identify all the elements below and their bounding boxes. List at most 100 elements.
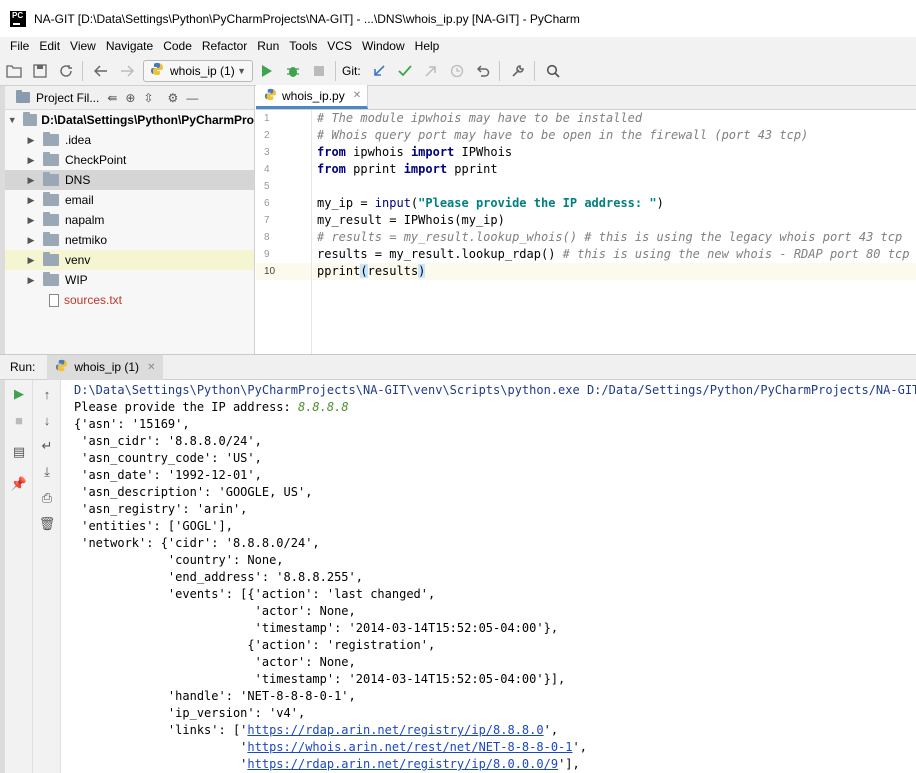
forward-arrow-icon[interactable] [115, 59, 139, 83]
chevron-down-icon: ▼ [237, 65, 246, 76]
close-icon[interactable]: ✕ [353, 90, 361, 101]
git-update-icon[interactable] [367, 59, 391, 83]
chevron-right-icon[interactable]: ▶ [25, 135, 37, 146]
git-push-icon[interactable] [419, 59, 443, 83]
chevron-right-icon[interactable]: ▶ [25, 195, 37, 206]
tree-item-label: CheckPoint [65, 153, 127, 167]
code-keyword: import [403, 162, 448, 176]
tree-item-checkpoint[interactable]: ▶ CheckPoint [5, 150, 254, 170]
console-link[interactable]: https://whois.arin.net/rest/net/NET-8-8-… [247, 740, 572, 754]
run-tool-window-header: Run: whois_ip (1) ✕ [0, 354, 916, 380]
git-commit-icon[interactable] [393, 59, 417, 83]
chevron-right-icon[interactable]: ▶ [25, 155, 37, 166]
debug-icon[interactable] [281, 59, 305, 83]
print-icon[interactable]: ⎙ [35, 486, 59, 510]
menu-code[interactable]: Code [158, 37, 197, 56]
code-string: "Please provide the IP address: " [418, 196, 657, 210]
tree-root[interactable]: ▼ D:\Data\Settings\Python\PyCharmPro [5, 110, 254, 130]
editor-tab-bar: whois_ip.py ✕ [256, 85, 916, 110]
scroll-to-end-icon[interactable]: ⤓ [35, 460, 59, 484]
menu-navigate[interactable]: Navigate [101, 37, 158, 56]
menu-vcs[interactable]: VCS [322, 37, 357, 56]
arrow-down-icon[interactable]: ↓ [35, 408, 59, 432]
line-number: 4 [264, 164, 270, 175]
run-configuration-label: whois_ip (1) [170, 63, 235, 78]
console-command: D:\Data\Settings\Python\PyCharmProjects\… [74, 383, 916, 397]
console-prompt: Please provide the IP address: [74, 400, 298, 414]
settings-wrench-icon[interactable] [506, 59, 530, 83]
console-output-line: 'ip_version': 'v4', [74, 706, 306, 720]
menu-window[interactable]: Window [357, 37, 410, 56]
tree-item-email[interactable]: ▶ email [5, 190, 254, 210]
editor-tab-whois-ip[interactable]: whois_ip.py ✕ [256, 85, 369, 109]
gear-icon[interactable]: ⚙ [168, 91, 179, 105]
arrow-up-icon[interactable]: ↑ [35, 382, 59, 406]
layout-icon[interactable]: ▤ [7, 440, 31, 464]
chevron-right-icon[interactable]: ▶ [25, 275, 37, 286]
code-keyword: from [317, 162, 346, 176]
close-icon[interactable]: ✕ [147, 362, 155, 373]
soft-wrap-icon[interactable]: ↵ [35, 434, 59, 458]
project-tool-window: Project Fil... ⇚ ⊕ ⇳ ⚙ — ▼ D:\Data\Setti… [0, 86, 255, 354]
search-icon[interactable] [541, 59, 565, 83]
sync-icon[interactable] [54, 59, 78, 83]
chevron-down-icon[interactable]: ▼ [7, 115, 17, 125]
text-file-icon [49, 293, 59, 307]
chevron-right-icon[interactable]: ▶ [25, 255, 37, 266]
folder-icon [43, 272, 59, 286]
menu-edit[interactable]: Edit [34, 37, 65, 56]
menu-run[interactable]: Run [252, 37, 284, 56]
tree-item-netmiko[interactable]: ▶ netmiko [5, 230, 254, 250]
run-tab-whois-ip[interactable]: whois_ip (1) ✕ [47, 354, 164, 380]
console-link[interactable]: https://rdap.arin.net/registry/ip/8.0.0.… [247, 757, 558, 771]
menu-help[interactable]: Help [410, 37, 445, 56]
chevron-right-icon[interactable]: ▶ [25, 175, 37, 186]
save-all-icon[interactable] [28, 59, 52, 83]
tree-item-dns[interactable]: ▶ DNS [5, 170, 254, 190]
stop-icon[interactable]: ■ [7, 408, 31, 432]
tree-item-sources-txt[interactable]: sources.txt [5, 290, 254, 310]
run-configuration-dropdown[interactable]: whois_ip (1) ▼ [143, 59, 253, 82]
menu-view[interactable]: View [65, 37, 101, 56]
run-console[interactable]: D:\Data\Settings\Python\PyCharmProjects\… [62, 380, 916, 773]
menu-file[interactable]: File [0, 37, 34, 56]
code-text: pprint [345, 162, 404, 176]
chevron-right-icon[interactable]: ▶ [25, 215, 37, 226]
chevron-right-icon[interactable]: ▶ [25, 235, 37, 246]
collapse-dropdown-icon[interactable]: ⇚ [107, 91, 117, 105]
console-text: ', [543, 723, 559, 737]
rollback-icon[interactable] [471, 59, 495, 83]
python-file-icon [55, 359, 68, 375]
expand-collapse-icon[interactable]: ⇳ [143, 91, 153, 105]
hide-panel-icon[interactable]: — [186, 91, 198, 105]
back-arrow-icon[interactable] [89, 59, 113, 83]
run-icon[interactable] [255, 59, 279, 83]
run-label: Run: [10, 360, 36, 374]
code-builtin: input [374, 196, 411, 210]
code-text: my_ip = [317, 196, 375, 210]
code-line: from ipwhois import IPWhois [313, 144, 916, 161]
menu-refactor[interactable]: Refactor [197, 37, 252, 56]
console-output-line: 'actor': None, [74, 604, 356, 618]
open-folder-icon[interactable] [2, 59, 26, 83]
line-number: 3 [264, 147, 270, 158]
console-output-line: 'https://rdap.arin.net/registry/ip/8.0.0… [74, 756, 916, 773]
project-view-selector[interactable]: Project Fil... [16, 90, 99, 105]
tree-item-wip[interactable]: ▶ WIP [5, 270, 254, 290]
tree-item-idea[interactable]: ▶ .idea [5, 130, 254, 150]
tree-item-napalm[interactable]: ▶ napalm [5, 210, 254, 230]
console-link[interactable]: https://rdap.arin.net/registry/ip/8.8.8.… [247, 723, 543, 737]
trash-icon[interactable]: 🗑 [35, 512, 59, 536]
rerun-icon[interactable]: ▶ [7, 382, 31, 406]
history-icon[interactable] [445, 59, 469, 83]
folder-icon [43, 132, 59, 146]
code-comment: # Whois query port may have to be open i… [317, 128, 809, 142]
locate-target-icon[interactable]: ⊕ [125, 91, 135, 105]
code-keyword: from [317, 145, 346, 159]
stop-icon[interactable] [307, 59, 331, 83]
tree-item-label: napalm [65, 213, 105, 227]
code-area[interactable]: # The module ipwhois may have to be inst… [313, 110, 916, 354]
pin-icon[interactable]: 📌 [7, 472, 31, 496]
menu-tools[interactable]: Tools [284, 37, 322, 56]
tree-item-venv[interactable]: ▶ venv [5, 250, 254, 270]
